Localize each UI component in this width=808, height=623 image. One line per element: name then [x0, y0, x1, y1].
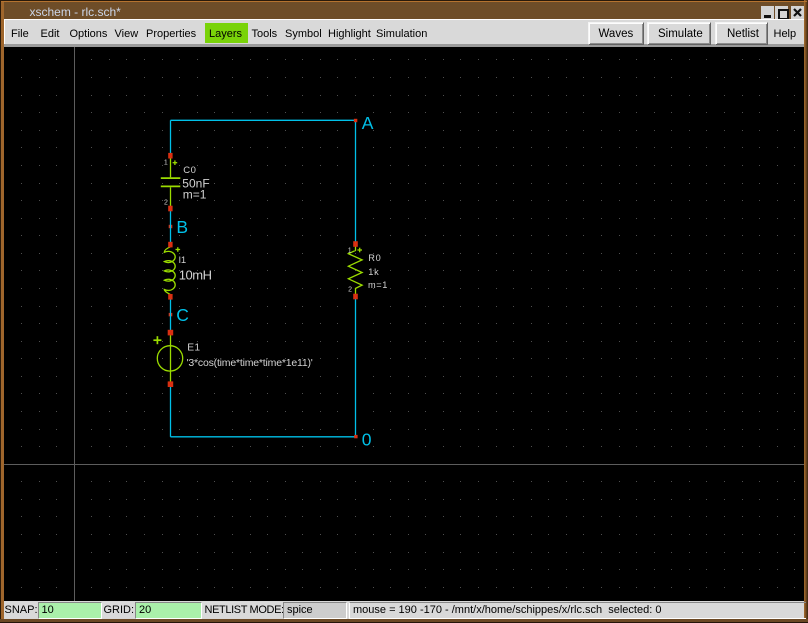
svg-text:C: C [176, 305, 189, 325]
svg-text:2: 2 [348, 287, 352, 294]
svg-text:10mH: 10mH [179, 267, 212, 282]
svg-text:R0: R0 [368, 253, 381, 263]
svg-text:C0: C0 [183, 165, 196, 176]
svg-text:m=1: m=1 [183, 188, 207, 202]
svg-text:1k: 1k [368, 267, 379, 277]
svg-text:E1: E1 [187, 343, 200, 354]
svg-text:A: A [362, 113, 374, 133]
svg-text:B: B [176, 217, 188, 237]
svg-text:2: 2 [164, 199, 168, 206]
svg-text:0: 0 [362, 430, 372, 450]
svg-text:'3*cos(time*time*time*1e11)': '3*cos(time*time*time*1e11)' [187, 357, 313, 369]
svg-text:l1: l1 [179, 255, 186, 266]
svg-text:1: 1 [164, 160, 168, 167]
svg-text:1: 1 [348, 248, 352, 255]
svg-text:m=1: m=1 [368, 280, 388, 290]
